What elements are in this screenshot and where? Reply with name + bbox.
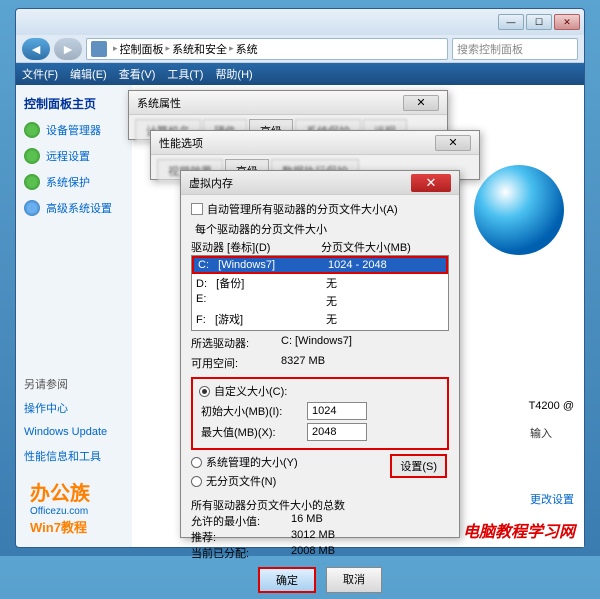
shield-icon	[24, 174, 40, 190]
menu-edit[interactable]: 编辑(E)	[70, 66, 107, 82]
menu-file[interactable]: 文件(F)	[22, 66, 58, 82]
change-settings-link[interactable]: 更改设置	[530, 491, 574, 507]
cpu-label: T4200 @	[529, 400, 574, 412]
auto-manage-label: 自动管理所有驱动器的分页文件大小(A)	[207, 201, 398, 217]
auto-manage-checkbox[interactable]	[191, 203, 203, 215]
available-space-value: 8327 MB	[281, 355, 325, 371]
min-label: 允许的最小值:	[191, 513, 291, 529]
windows-orb-icon	[474, 165, 564, 255]
max-size-input[interactable]	[307, 423, 367, 441]
breadcrumb-item[interactable]: 控制面板	[120, 41, 164, 57]
no-pagefile-label: 无分页文件(N)	[206, 473, 276, 489]
sidebar-item-remote[interactable]: 远程设置	[24, 148, 124, 164]
initial-size-label: 初始大小(MB)(I):	[201, 403, 301, 419]
drive-row[interactable]: F: [游戏]无	[192, 310, 448, 328]
network-link[interactable]: 输入	[530, 425, 552, 441]
drive-row[interactable]: D: [备份]无	[192, 274, 448, 292]
drive-row[interactable]: E: 无	[192, 292, 448, 310]
close-icon[interactable]: ✕	[411, 174, 451, 192]
sidebar-item-protection[interactable]: 系统保护	[24, 174, 124, 190]
watermark-site: 电脑教程学习网	[463, 518, 575, 542]
pagefile-column-header: 分页文件大小(MB)	[321, 239, 411, 255]
shield-icon	[24, 148, 40, 164]
close-icon[interactable]: ✕	[403, 95, 439, 111]
rec-label: 推荐:	[191, 529, 291, 545]
set-button[interactable]: 设置(S)	[390, 454, 447, 478]
dialog-title: 虚拟内存	[189, 175, 233, 191]
selected-drive-value: C: [Windows7]	[281, 335, 352, 351]
control-panel-icon	[91, 41, 107, 57]
custom-size-radio[interactable]	[199, 386, 210, 397]
custom-size-label: 自定义大小(C):	[214, 383, 287, 399]
max-size-label: 最大值(MB)(X):	[201, 424, 301, 440]
maximize-button[interactable]: ☐	[526, 14, 552, 30]
menu-view[interactable]: 查看(V)	[119, 66, 156, 82]
menu-bar: 文件(F) 编辑(E) 查看(V) 工具(T) 帮助(H)	[16, 63, 584, 85]
min-value: 16 MB	[291, 513, 323, 529]
sidebar-link-perf[interactable]: 性能信息和工具	[24, 448, 124, 464]
forward-button[interactable]: ►	[54, 38, 82, 60]
system-managed-radio[interactable]	[191, 457, 202, 468]
breadcrumb-item[interactable]: 系统和安全	[172, 41, 227, 57]
close-icon[interactable]: ✕	[435, 135, 471, 151]
breadcrumb-item[interactable]: 系统	[236, 41, 258, 57]
menu-help[interactable]: 帮助(H)	[215, 66, 252, 82]
watermark-brand: 办公族 Officezu.com Win7教程	[30, 477, 90, 536]
address-bar: ◄ ► ▸ 控制面板 ▸ 系统和安全 ▸ 系统 搜索控制面板	[16, 35, 584, 63]
see-also-label: 另请参阅	[24, 376, 124, 392]
virtual-memory-dialog[interactable]: 虚拟内存 ✕ 自动管理所有驱动器的分页文件大小(A) 每个驱动器的分页文件大小 驱…	[180, 170, 460, 538]
custom-size-group: 自定义大小(C): 初始大小(MB)(I): 最大值(MB)(X):	[191, 377, 449, 450]
system-managed-label: 系统管理的大小(Y)	[206, 454, 298, 470]
sidebar-link-windows-update[interactable]: Windows Update	[24, 426, 124, 438]
sidebar-title[interactable]: 控制面板主页	[24, 95, 124, 112]
available-space-label: 可用空间:	[191, 355, 281, 371]
shield-icon	[24, 200, 40, 216]
no-pagefile-radio[interactable]	[191, 476, 202, 487]
total-title: 所有驱动器分页文件大小的总数	[191, 497, 449, 513]
dialog-title: 性能选项	[159, 135, 203, 151]
cancel-button[interactable]: 取消	[326, 567, 382, 593]
dialog-title: 系统属性	[137, 95, 181, 111]
breadcrumb[interactable]: ▸ 控制面板 ▸ 系统和安全 ▸ 系统	[86, 38, 448, 60]
rec-value: 3012 MB	[291, 529, 335, 545]
drive-row[interactable]: C: [Windows7]1024 - 2048	[192, 256, 448, 274]
drive-list[interactable]: C: [Windows7]1024 - 2048 D: [备份]无 E: 无 F…	[191, 255, 449, 331]
selected-drive-label: 所选驱动器:	[191, 335, 281, 351]
close-button[interactable]: ✕	[554, 14, 580, 30]
menu-tools[interactable]: 工具(T)	[167, 66, 203, 82]
search-input[interactable]: 搜索控制面板	[452, 38, 578, 60]
ok-button[interactable]: 确定	[258, 567, 316, 593]
shield-icon	[24, 122, 40, 138]
sidebar-link-action-center[interactable]: 操作中心	[24, 400, 124, 416]
titlebar: — ☐ ✕	[16, 9, 584, 35]
drive-column-header: 驱动器 [卷标](D)	[191, 239, 321, 255]
sidebar-item-advanced[interactable]: 高级系统设置	[24, 200, 124, 216]
cur-value: 2008 MB	[291, 545, 335, 561]
per-drive-label: 每个驱动器的分页文件大小	[195, 221, 449, 237]
cur-label: 当前已分配:	[191, 545, 291, 561]
back-button[interactable]: ◄	[22, 38, 50, 60]
initial-size-input[interactable]	[307, 402, 367, 420]
drive-row[interactable]: G: [学习]无	[192, 328, 448, 331]
sidebar-item-device-manager[interactable]: 设备管理器	[24, 122, 124, 138]
minimize-button[interactable]: —	[498, 14, 524, 30]
